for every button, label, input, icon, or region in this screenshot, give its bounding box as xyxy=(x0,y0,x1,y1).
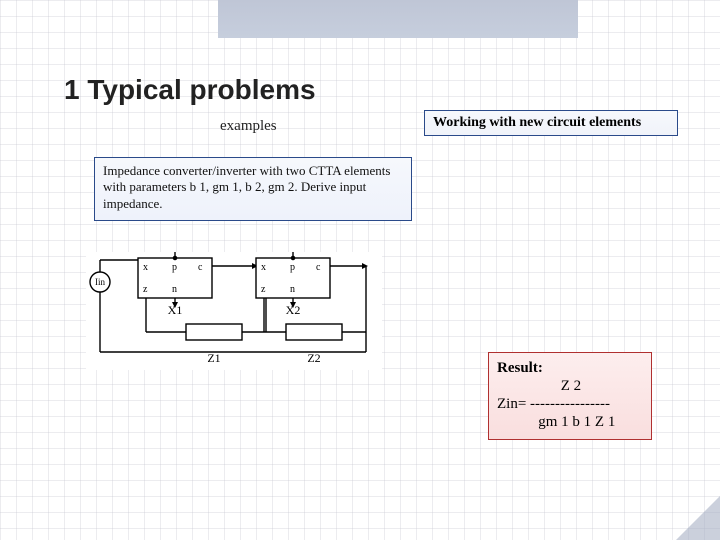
result-box: Result: Z 2 Zin= ---------------- gm 1 b… xyxy=(488,352,652,440)
port-z-1: z xyxy=(143,284,148,295)
result-numerator: Z 2 xyxy=(497,378,581,394)
page-title: 1 Typical problems xyxy=(64,74,316,106)
label-iin: Iin xyxy=(95,277,105,287)
problem-statement-text: Impedance converter/inverter with two CT… xyxy=(103,163,390,211)
port-x-1: x xyxy=(143,262,148,273)
label-z1: Z1 xyxy=(207,351,220,365)
port-c-1: c xyxy=(198,262,203,273)
result-denominator: gm 1 b 1 Z 1 xyxy=(497,414,615,430)
result-title: Result: xyxy=(497,360,543,376)
topic-badge: Working with new circuit elements xyxy=(424,110,678,136)
result-fraction-line: Zin= ---------------- xyxy=(497,396,610,412)
port-p-2: p xyxy=(290,262,295,273)
port-n-2: n xyxy=(290,284,295,295)
port-c-2: c xyxy=(316,262,321,273)
port-p-1: p xyxy=(172,262,177,273)
port-n-1: n xyxy=(172,284,177,295)
header-accent-bar xyxy=(218,0,578,38)
circuit-svg: Iin x z c p n X1 Z1 xyxy=(86,252,382,370)
problem-statement-box: Impedance converter/inverter with two CT… xyxy=(94,157,412,221)
circuit-diagram: Iin x z c p n X1 Z1 xyxy=(86,252,382,370)
port-z-2: z xyxy=(261,284,266,295)
port-x-2: x xyxy=(261,262,266,273)
subtitle-examples: examples xyxy=(220,118,277,135)
label-z2: Z2 xyxy=(307,351,320,365)
page-corner-fold xyxy=(676,496,720,540)
